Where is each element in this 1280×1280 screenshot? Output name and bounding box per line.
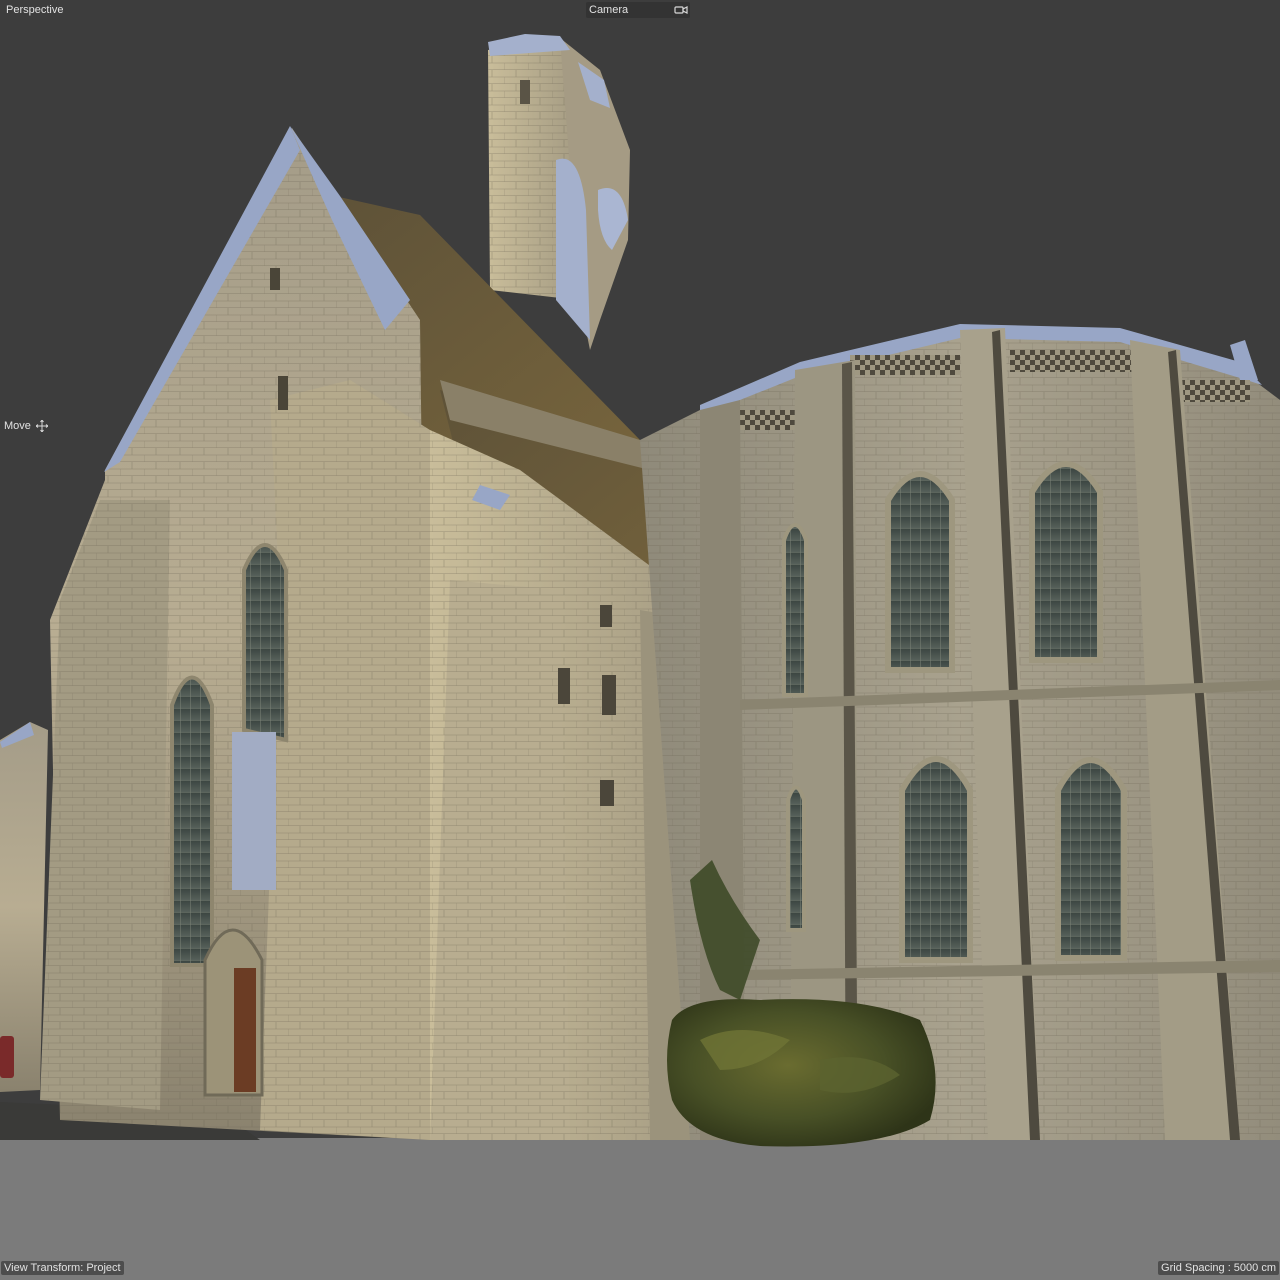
car [0, 1036, 14, 1078]
grid-spacing-text: Grid Spacing : 5000 cm [1158, 1261, 1279, 1275]
camera-dropdown[interactable]: Camera [586, 2, 690, 18]
3d-viewport[interactable]: Perspective Camera Move View Transform: … [0, 0, 1280, 1280]
view-transform-text: View Transform: Project [1, 1261, 124, 1275]
bell-tower [488, 34, 630, 350]
church-3d-model[interactable] [0, 0, 1280, 1280]
view-transform-status: View Transform: Project [1, 1261, 124, 1275]
camera-icon [674, 6, 688, 14]
ground-plane [0, 1138, 1280, 1280]
church-door [234, 968, 256, 1092]
perspective-view-label[interactable]: Perspective [4, 3, 65, 17]
move-tool-label: Move [4, 420, 31, 432]
grid-spacing-status: Grid Spacing : 5000 cm [1158, 1261, 1279, 1275]
move-arrows-icon [36, 420, 48, 432]
west-gable-facade [40, 126, 430, 1140]
camera-dropdown-label: Camera [589, 4, 629, 16]
